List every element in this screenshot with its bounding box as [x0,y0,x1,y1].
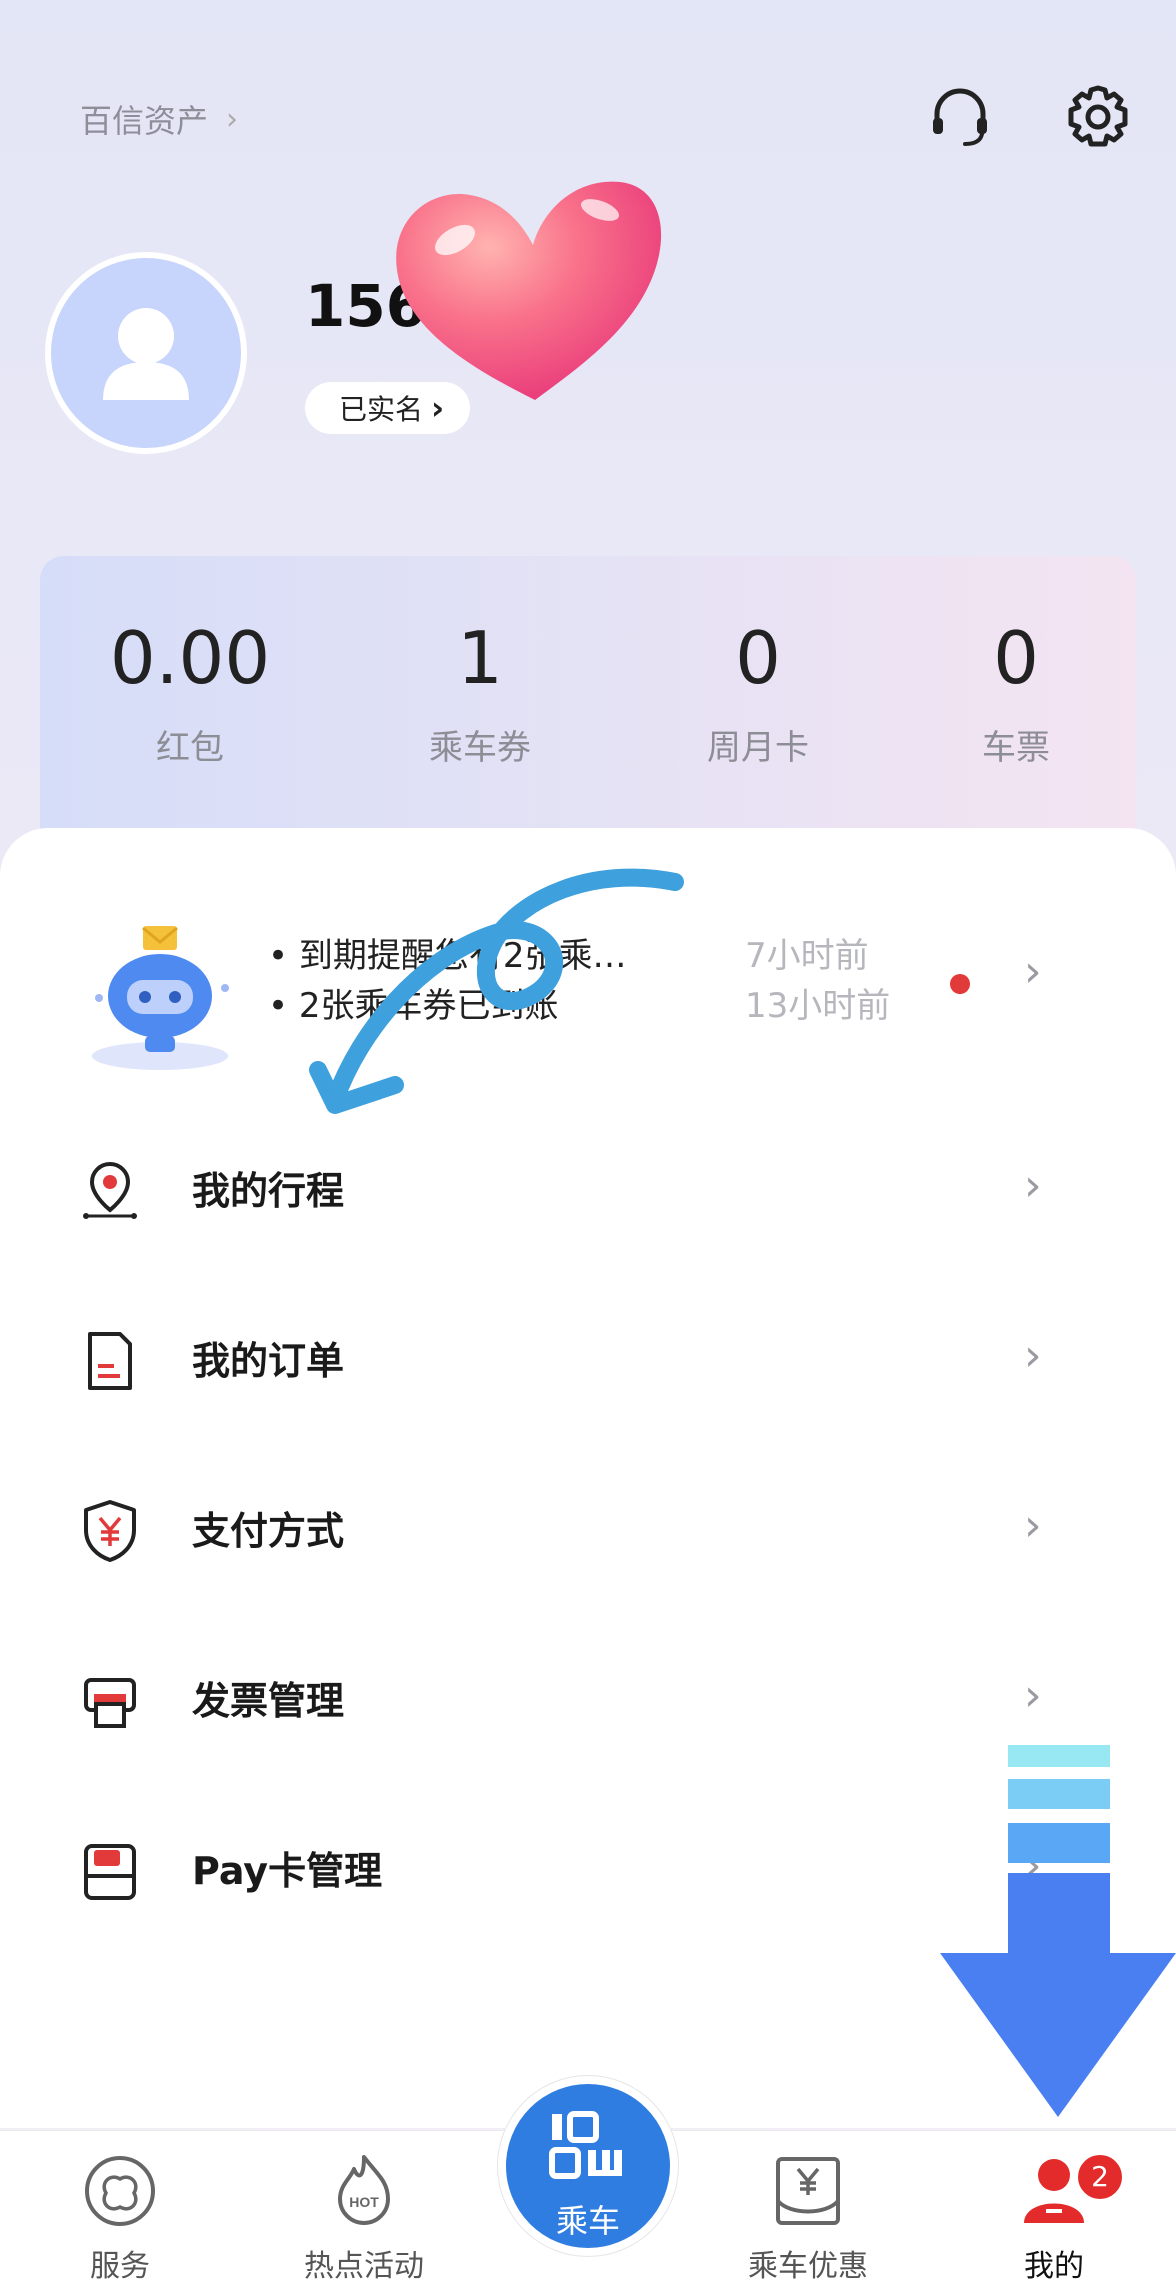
stat-label: 车票 [982,728,1050,768]
tab-label: 乘车 [555,2202,620,2240]
chevron-right-icon: › [1024,1840,1042,1891]
menu-item-payment-methods[interactable]: 支付方式 › [0,1448,1176,1618]
verified-label: 已实名 [339,393,424,426]
hot-flame-icon: HOT [338,2155,390,2225]
service-icon [85,2156,155,2226]
menu-item-my-orders[interactable]: 我的订单 › [0,1278,1176,1448]
stat-label: 乘车券 [429,728,531,768]
tab-label: 热点活动 [304,2249,424,2284]
printer-icon [84,1678,136,1728]
stat-red-packet[interactable]: 0.00 红包 [80,616,300,769]
chevron-right-icon: › [1024,1500,1042,1551]
top-bar: 百信资产 › [0,0,1176,230]
chevron-right-icon: › [1024,1330,1042,1381]
notice-time: 7小时前 [745,936,869,976]
chevron-right-icon: › [1024,1160,1042,1211]
notification-badge: 2 [1075,2152,1125,2202]
tab-label: 服务 [90,2249,150,2284]
menu-item-my-trips[interactable]: 我的行程 › [0,1108,1176,1278]
stat-value: 0 [735,616,781,700]
tab-hot-events[interactable]: HOT 热点活动 [284,2151,444,2285]
stat-period-card[interactable]: 0 周月卡 [648,616,868,769]
avatar[interactable] [45,252,247,454]
stat-label: 周月卡 [707,728,809,768]
phone-number: 156 [305,272,427,340]
chevron-right-icon: › [226,101,239,137]
verified-badge[interactable]: 已实名 › [305,382,471,434]
chevron-right-icon: › [1024,946,1042,997]
tab-label: 乘车优惠 [748,2249,868,2284]
unread-dot [950,974,970,994]
menu-label: 发票管理 [192,1679,345,1723]
chevron-right-icon: › [431,389,445,427]
location-pin-icon [83,1161,137,1219]
svg-text:HOT: HOT [349,2194,379,2210]
qr-code-icon [549,2111,622,2179]
stat-value: 1 [457,616,503,700]
menu-label: 支付方式 [192,1509,345,1553]
shield-yuan-icon [84,1500,136,1562]
tab-service[interactable]: 服务 [40,2151,200,2285]
menu-item-pay-card-management[interactable]: Pay卡管理 › [0,1788,1176,1958]
menu-item-invoice-management[interactable]: 发票管理 › [0,1618,1176,1788]
stat-value: 0.00 [109,616,271,700]
notice-text: • 到期提醒您有2张乘… [268,936,627,976]
notice-text: • 2张乘车券已到账 [268,986,559,1026]
document-icon [88,1332,132,1390]
main-card: • 到期提醒您有2张乘… 7小时前 • 2张乘车券已到账 13小时前 › 我的行… [0,828,1176,2128]
stat-ticket[interactable]: 0 车票 [906,616,1126,769]
stat-value: 0 [993,616,1039,700]
notification-panel[interactable]: • 到期提醒您有2张乘… 7小时前 • 2张乘车券已到账 13小时前 › [0,828,1176,1070]
asset-link[interactable]: 百信资产 › [80,96,238,142]
stat-label: 红包 [156,728,224,768]
user-silhouette-icon [103,308,189,400]
coupon-icon [776,2157,840,2225]
menu-label: 我的行程 [192,1169,345,1213]
tab-label: 我的 [1024,2249,1084,2284]
tab-ride-qr-button[interactable]: 乘车 [498,2076,678,2256]
headset-icon[interactable] [925,82,995,152]
asset-link-label: 百信资产 [80,102,209,140]
gear-icon[interactable] [1063,82,1133,152]
chevron-right-icon: › [1024,1670,1042,1721]
stat-ride-coupon[interactable]: 1 乘车券 [370,616,590,769]
pay-card-icon [84,1844,136,1900]
tab-ride-discounts[interactable]: 乘车优惠 [728,2151,888,2285]
robot-mail-icon [92,926,229,1070]
menu-label: 我的订单 [192,1339,345,1383]
menu-label: Pay卡管理 [192,1849,383,1893]
notice-time: 13小时前 [745,986,891,1026]
